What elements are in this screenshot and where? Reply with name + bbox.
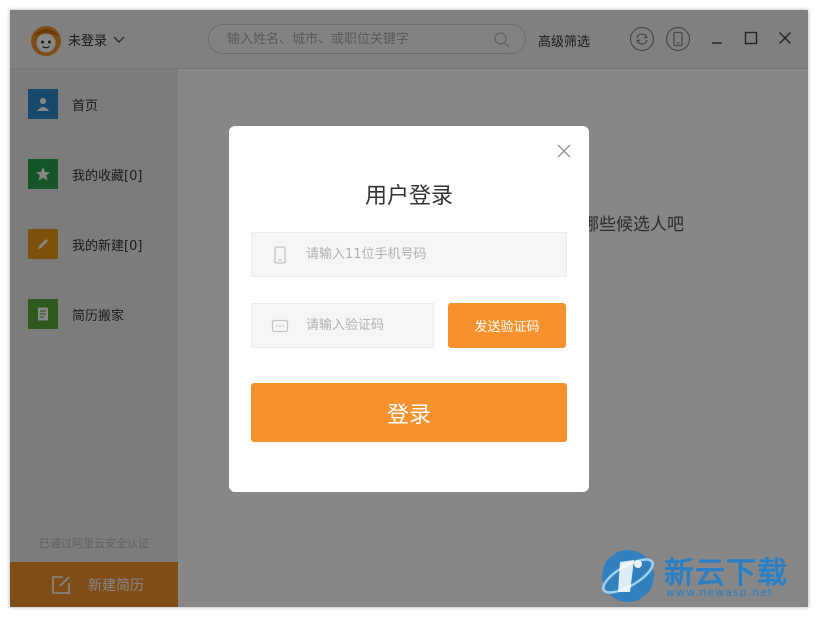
login-button[interactable]: 登录: [251, 383, 567, 442]
dialog-title: 用户登录: [364, 184, 453, 209]
globe-logo-icon: [601, 550, 655, 602]
watermark-url: www.newasp.net: [666, 586, 774, 599]
phone-icon: [274, 246, 286, 264]
app-window: 未登录 高级筛选: [10, 10, 808, 607]
login-dialog: 用户登录 发送验证码 登录: [229, 126, 589, 492]
site-watermark: 新云下载 www.newasp.net: [598, 544, 810, 608]
code-field: [251, 303, 434, 348]
close-icon[interactable]: [555, 142, 573, 160]
message-icon: [271, 319, 289, 333]
send-code-button[interactable]: 发送验证码: [448, 303, 566, 348]
phone-field: [251, 232, 567, 277]
phone-input[interactable]: [306, 233, 546, 276]
code-input[interactable]: [306, 304, 426, 347]
